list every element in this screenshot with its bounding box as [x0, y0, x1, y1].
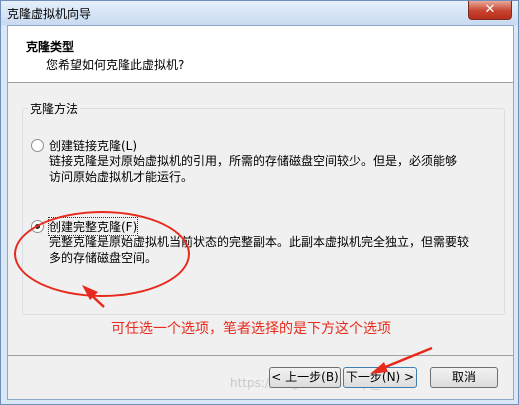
window-title: 克隆虚拟机向导 [7, 7, 92, 21]
arrow-to-next-icon [370, 346, 433, 374]
close-icon: ✕ [484, 2, 496, 17]
wizard-body: 克隆类型 您希望如何克隆此虚拟机? 克隆方法 创建链接克隆(L) 链接克隆是对原… [7, 25, 514, 400]
clone-wizard-window: 克隆虚拟机向导 ✕ 克隆类型 您希望如何克隆此虚拟机? 克隆方法 创建链接克隆(… [0, 0, 519, 405]
arrow-to-option-icon [82, 285, 105, 308]
title-bar: 克隆虚拟机向导 ✕ [1, 1, 518, 25]
close-button[interactable]: ✕ [468, 1, 512, 20]
annotation-arrows [82, 285, 433, 374]
